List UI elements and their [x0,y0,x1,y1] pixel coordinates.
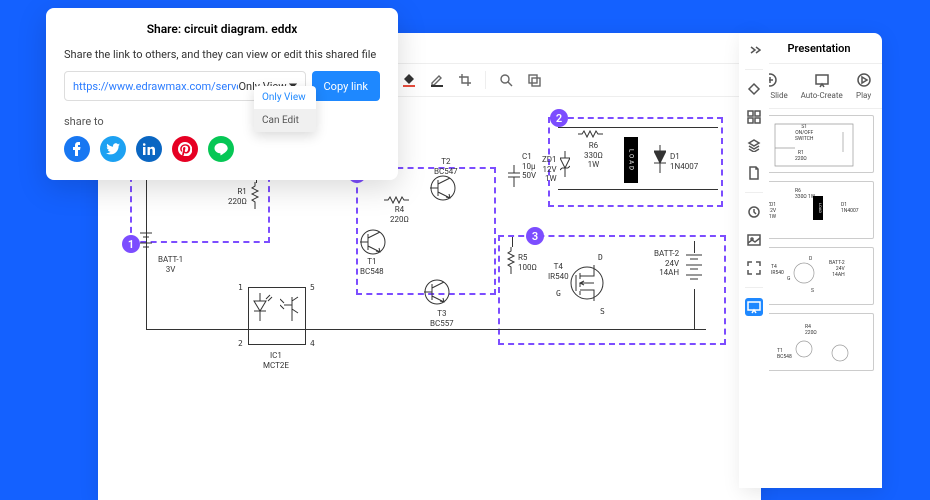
line-button[interactable] [208,136,234,162]
play-button[interactable]: Play [856,72,872,100]
transistor-t2-symbol [430,175,456,201]
label-c1: C110μ50V [522,152,536,181]
twitter-button[interactable] [100,136,126,162]
label-zd1: ZD112V1W [542,155,557,184]
share-description: Share the link to others, and they can v… [64,48,380,61]
ic1-pin2: 2 [238,339,243,349]
permission-only-view[interactable]: Only View [254,86,316,109]
collapse-icon[interactable] [745,41,763,59]
resistor-r4-symbol [384,195,412,205]
label-t4: T4IR540 [548,262,569,281]
copy-link-button[interactable]: Copy link [312,71,380,101]
grid-icon[interactable] [745,108,763,126]
linkedin-button[interactable] [136,136,162,162]
transistor-t3-symbol [424,279,450,305]
label-t2: T2BC547 [434,157,458,176]
ic1-pin4: 4 [310,339,315,349]
page-icon[interactable] [745,164,763,182]
share-url-input[interactable] [73,80,238,93]
pinterest-button[interactable] [172,136,198,162]
history-icon[interactable] [745,203,763,221]
phototransistor-symbol [280,295,302,323]
label-r6: R6330Ω1W [584,141,603,170]
badge-3: 3 [526,227,544,245]
auto-create-button[interactable]: Auto-Create [801,72,843,100]
layers-icon[interactable] [526,72,542,88]
badge-2: 2 [550,109,568,127]
label-t4-s: S [600,307,605,317]
search-icon[interactable] [498,72,514,88]
layers-rail-icon[interactable] [745,136,763,154]
fill-color-icon[interactable] [401,72,417,88]
label-r1: R1220Ω [228,187,247,206]
led-symbol [252,293,274,323]
line-color-icon[interactable] [429,72,445,88]
badge-1: 1 [122,235,140,253]
permission-can-edit[interactable]: Can Edit [254,109,316,132]
ic1-pin1: 1 [238,283,243,293]
label-d1: D11N4007 [670,152,698,171]
permission-dropdown: Only View Can Edit [254,86,316,132]
fullscreen-icon[interactable] [745,259,763,277]
capacitor-c1-symbol [508,165,520,187]
label-t3: T3BC557 [430,309,454,328]
social-buttons [64,136,380,162]
diode-d1-symbol [654,145,666,173]
transistor-t1-symbol [360,229,386,255]
ic1-pin5: 5 [310,283,315,293]
label-r4: R4220Ω [390,205,409,224]
theme-icon[interactable] [745,80,763,98]
load-block: LOAD [624,137,638,183]
label-t4-g: G [556,289,561,299]
image-icon[interactable] [745,231,763,249]
label-t4-d: D [598,253,603,263]
battery-2-symbol [686,251,702,287]
label-batt1: BATT-13V [158,255,183,274]
presentation-title: Presentation [766,42,872,55]
right-icon-rail [739,33,769,488]
share-to-label: share to [64,115,380,128]
share-dialog: Share: circuit diagram. eddx Share the l… [46,8,398,180]
label-r5: R5100Ω [518,253,537,272]
resistor-r6-symbol [578,129,606,139]
share-title: Share: circuit diagram. eddx [64,22,380,36]
resistor-r5-symbol [506,247,516,277]
crop-icon[interactable] [457,72,473,88]
label-t1: T1BC548 [360,257,384,276]
label-ic1: IC1MCT2E [263,351,289,370]
zener-zd1-symbol [560,151,570,177]
label-batt2: BATT-224V14AH [654,249,679,278]
mosfet-t4-symbol [570,265,604,301]
facebook-button[interactable] [64,136,90,162]
presentation-rail-icon[interactable] [745,298,763,316]
resistor-r1-symbol [250,182,260,212]
